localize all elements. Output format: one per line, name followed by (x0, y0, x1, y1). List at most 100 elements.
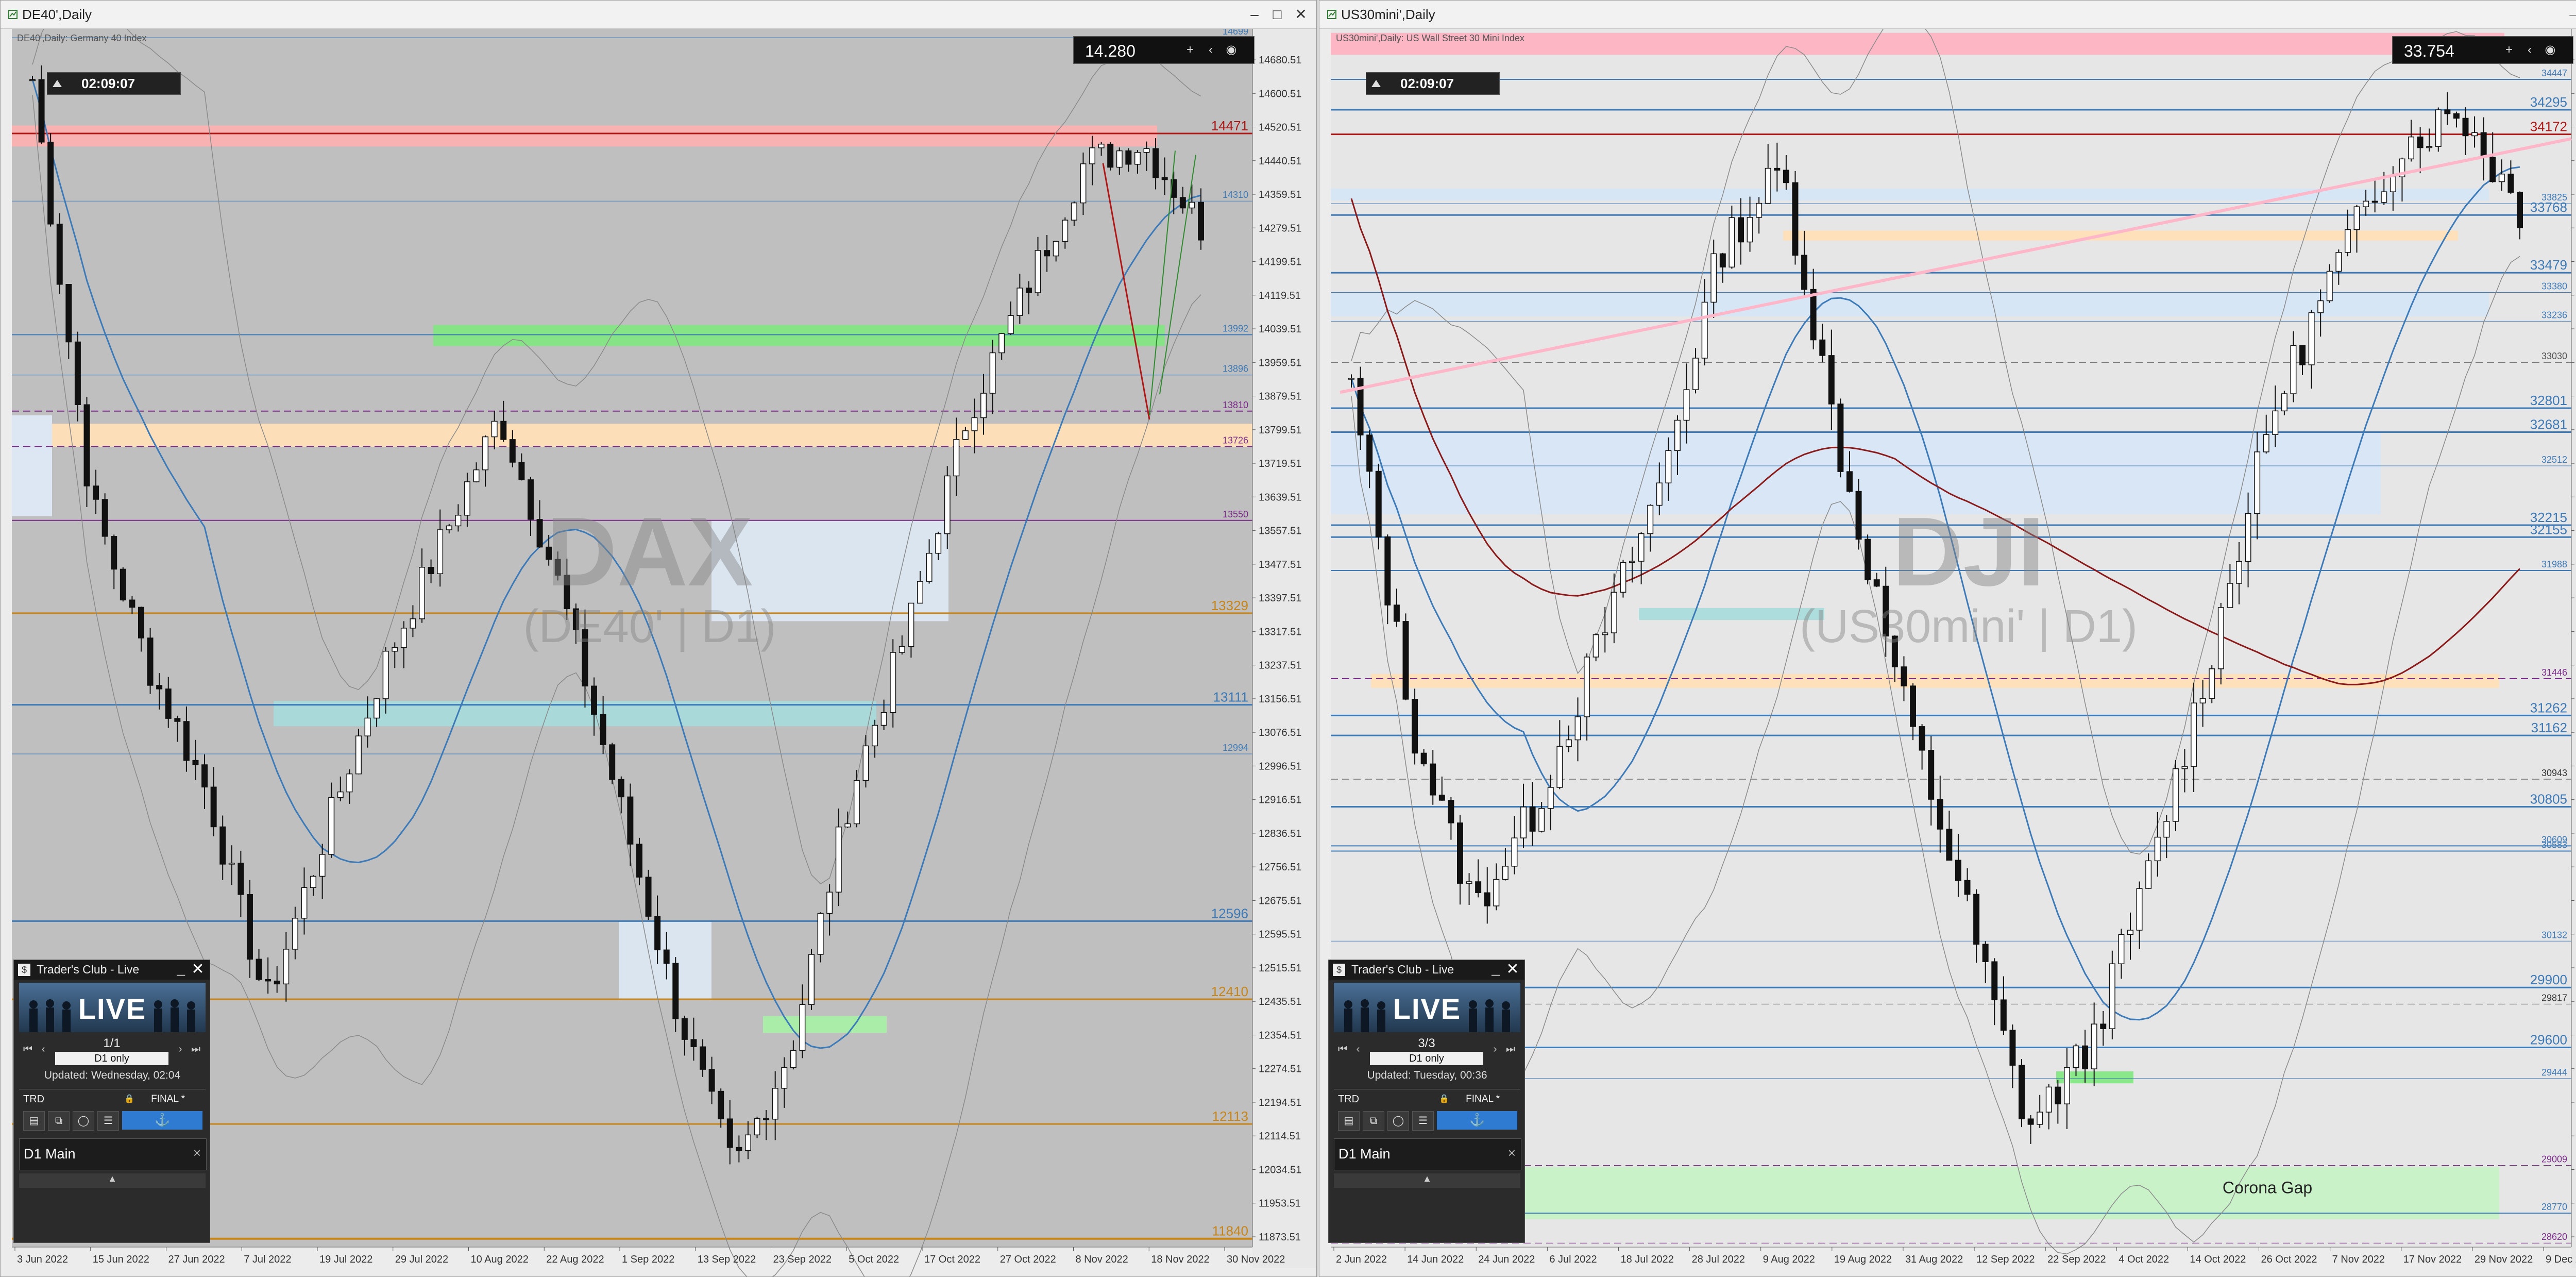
level-label: 30805 (2530, 791, 2567, 806)
candle-body (2353, 206, 2360, 230)
chevron-left-icon[interactable]: ‹ (1202, 42, 1219, 58)
next-page-icon[interactable]: › (1488, 1041, 1502, 1057)
first-page-icon[interactable]: ⏮ (21, 1041, 35, 1057)
panel-title: Trader's Club - Live (1351, 963, 1454, 976)
close-icon[interactable]: ✕ (190, 962, 206, 977)
document-icon[interactable]: ▤ (1338, 1111, 1360, 1131)
date-tick-label: 17 Nov 2022 (2403, 1254, 2462, 1265)
panel-footer[interactable]: ▲ (1334, 1173, 1520, 1188)
profile-selector[interactable]: D1 Main × (1334, 1138, 1521, 1170)
page-navigator: ⏮ ‹ 3/3 D1 only › ⏭ (1334, 1036, 1520, 1065)
close-icon[interactable]: × (193, 1145, 201, 1161)
candle-body (1946, 829, 1953, 861)
list-icon[interactable]: ☰ (1412, 1111, 1434, 1131)
last-page-icon[interactable]: ⏭ (189, 1041, 202, 1057)
candle-body (917, 581, 923, 604)
live-label: LIVE (78, 993, 147, 1025)
maximize-icon[interactable]: □ (1267, 5, 1287, 24)
panel-header[interactable]: $ Trader's Club - Live _ ✕ (14, 960, 210, 980)
candle-body (1611, 592, 1617, 633)
database-icon[interactable]: ◯ (73, 1111, 94, 1131)
price-tick-label: 12034.51 (1259, 1164, 1301, 1175)
candle-body (2127, 930, 2133, 935)
trd-label: TRD (23, 1094, 45, 1105)
chevron-left-icon[interactable]: ‹ (2521, 42, 2538, 58)
candle-body (500, 421, 507, 440)
candle-body (192, 760, 199, 765)
date-tick-label: 30 Nov 2022 (1227, 1254, 1285, 1265)
candle-body (228, 863, 235, 865)
last-page-icon[interactable]: ⏭ (1504, 1041, 1517, 1057)
candle-body (1710, 253, 1717, 303)
prev-page-icon[interactable]: ‹ (37, 1041, 50, 1057)
panel-footer[interactable]: ▲ (19, 1173, 206, 1188)
prev-page-icon[interactable]: ‹ (1351, 1041, 1365, 1057)
close-icon[interactable]: ✕ (1291, 5, 1311, 24)
candle-body (763, 1118, 770, 1120)
candle-body (1620, 562, 1626, 593)
price-axis-panel (1252, 29, 1316, 1268)
candle-body (980, 393, 987, 418)
mode-label: D1 only (55, 1052, 168, 1065)
final-dropdown[interactable]: FINAL * (151, 1094, 185, 1105)
anchor-button[interactable]: ⚓ (1437, 1111, 1517, 1130)
database-icon[interactable]: ◯ (1387, 1111, 1409, 1131)
candle-body (817, 913, 824, 955)
candle-body (2100, 1023, 2107, 1029)
collapse-up-icon[interactable]: ▲ (19, 1173, 206, 1184)
price-tick-label: 14279.51 (1259, 223, 1301, 234)
candle-body (355, 735, 362, 775)
profile-selector[interactable]: D1 Main × (19, 1138, 207, 1170)
dax-window-titlebar[interactable]: DE40',Daily – □ ✕ (1, 1, 1316, 29)
date-tick-label: 15 Jun 2022 (93, 1254, 149, 1265)
settings-icon[interactable]: ◉ (2542, 42, 2558, 58)
list-icon[interactable]: ☰ (97, 1111, 119, 1131)
dji-window-titlebar[interactable]: US30mini',Daily – □ ✕ (1319, 1, 2576, 29)
candle-body (645, 877, 652, 917)
level-label: 30943 (2541, 768, 2567, 778)
candle-body (238, 863, 244, 895)
date-tick-label: 14 Jun 2022 (1407, 1254, 1464, 1265)
candle-body (2154, 836, 2161, 862)
lock-icon[interactable]: 🔒 (124, 1094, 134, 1104)
spread-box[interactable]: 14.280 + ‹ ◉ (1073, 36, 1255, 64)
candle-body (1783, 170, 1789, 183)
minimize-icon[interactable]: _ (177, 960, 185, 977)
price-tick-label: 12916.51 (1259, 795, 1301, 806)
candle-body (2082, 1045, 2089, 1069)
anchor-button[interactable]: ⚓ (122, 1111, 202, 1130)
close-icon[interactable]: × (1508, 1145, 1516, 1161)
windows-icon[interactable]: ⧉ (1363, 1111, 1384, 1131)
document-icon[interactable]: ▤ (23, 1111, 45, 1131)
candle-body (265, 979, 272, 982)
collapse-up-icon[interactable]: ▲ (1334, 1173, 1520, 1184)
close-icon[interactable]: ✕ (1505, 962, 1520, 977)
spread-box[interactable]: 33.754 + ‹ ◉ (2392, 36, 2573, 64)
plus-icon[interactable]: + (2501, 42, 2517, 58)
settings-icon[interactable]: ◉ (1223, 42, 1240, 58)
level-label: 29444 (2541, 1067, 2567, 1078)
panel-header[interactable]: $ Trader's Club - Live _ ✕ (1329, 960, 1524, 980)
candle-body (2118, 934, 2125, 965)
lock-icon[interactable]: 🔒 (1439, 1094, 1449, 1104)
candle-body (1565, 739, 1572, 747)
candle-body (65, 284, 72, 343)
final-dropdown[interactable]: FINAL * (1466, 1094, 1500, 1105)
first-page-icon[interactable]: ⏮ (1336, 1041, 1349, 1057)
candle-body (926, 552, 933, 582)
windows-icon[interactable]: ⧉ (48, 1111, 70, 1131)
minimize-icon[interactable]: – (2563, 5, 2576, 24)
minimize-icon[interactable]: _ (1492, 960, 1500, 977)
window-title: US30mini',Daily (1341, 7, 1435, 22)
candle-body (1846, 471, 1853, 492)
next-page-icon[interactable]: › (174, 1041, 187, 1057)
triangle-icon (1371, 80, 1381, 87)
symbol-info: DE40',Daily: Germany 40 Index (17, 33, 147, 43)
candle-body (2191, 702, 2197, 767)
date-tick-label: 10 Aug 2022 (471, 1254, 529, 1265)
minimize-icon[interactable]: – (1244, 5, 1265, 24)
candle-timer: 02:09:07 (1366, 72, 1500, 95)
plus-icon[interactable]: + (1182, 42, 1198, 58)
date-tick-label: 18 Jul 2022 (1620, 1254, 1673, 1265)
candle-body (1007, 315, 1014, 334)
